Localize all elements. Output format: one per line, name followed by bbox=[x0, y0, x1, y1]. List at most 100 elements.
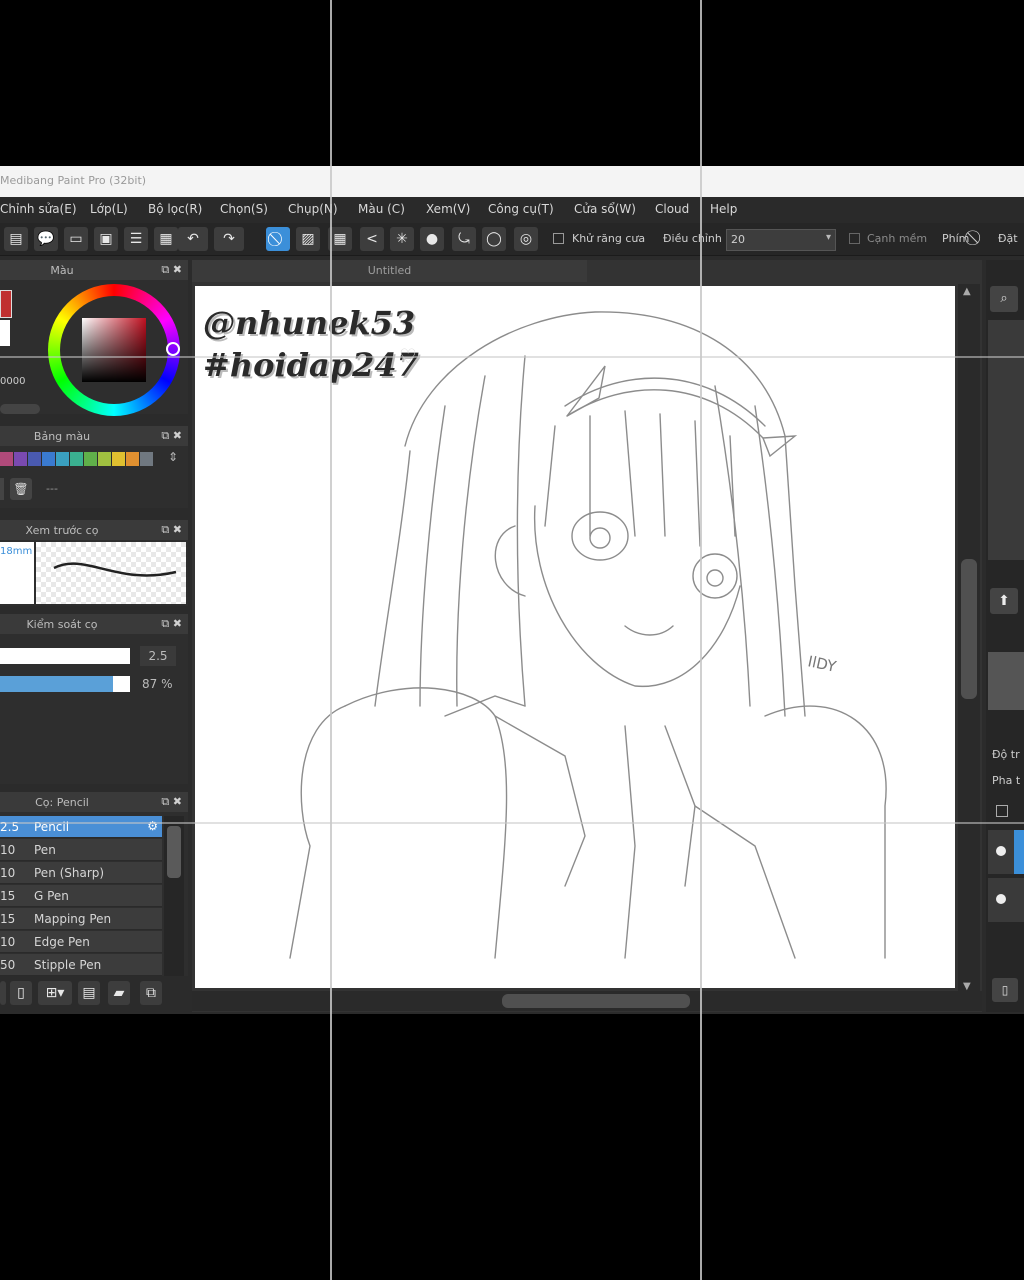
brush-size-value[interactable]: 2.5 bbox=[140, 646, 176, 666]
vertical-scrollbar[interactable]: ▲ ▼ bbox=[958, 284, 980, 994]
palette-swatch[interactable] bbox=[98, 452, 111, 466]
ellipse-snap-icon[interactable]: ◯ bbox=[482, 227, 506, 251]
layer-row-1[interactable] bbox=[988, 830, 1024, 874]
tab-untitled[interactable]: Untitled bbox=[192, 260, 587, 282]
panel-close-icon[interactable]: ⧉ ✖ bbox=[161, 617, 182, 631]
saturation-square[interactable] bbox=[82, 318, 146, 382]
upload-icon[interactable]: ⬆ bbox=[990, 588, 1018, 614]
right-panel: ⌕ ⬆ Độ tr Pha t ▯ bbox=[986, 260, 1024, 1012]
brush-item-edge-pen[interactable]: 10 Edge Pen bbox=[0, 931, 162, 953]
radial-snap-icon[interactable]: ✳ bbox=[390, 227, 414, 251]
parallel-snap-icon[interactable]: ▨ bbox=[296, 227, 320, 251]
list-icon[interactable]: ☰ bbox=[124, 227, 148, 251]
save-icon[interactable]: ▣ bbox=[94, 227, 118, 251]
new-brush-icon[interactable]: ▯ bbox=[10, 981, 32, 1005]
add-brush-icon[interactable]: ⊞▾ bbox=[38, 981, 72, 1005]
protect-alpha-checkbox[interactable] bbox=[996, 805, 1008, 817]
layer-row-2[interactable] bbox=[988, 878, 1024, 922]
menu-view[interactable]: Xem(V) bbox=[426, 202, 470, 216]
eye-icon[interactable] bbox=[996, 846, 1006, 856]
scroll-up-icon[interactable]: ▲ bbox=[963, 286, 971, 297]
zoom-icon[interactable]: ⌕ bbox=[990, 286, 1018, 312]
trash-icon[interactable]: 🗑 bbox=[10, 478, 32, 500]
palette-swatch[interactable] bbox=[126, 452, 139, 466]
palette-swatches[interactable] bbox=[0, 452, 160, 466]
palette-swatch[interactable] bbox=[14, 452, 27, 466]
palette-swatch[interactable] bbox=[112, 452, 125, 466]
palette-panel-title: Bảng màu bbox=[33, 430, 91, 443]
brush-opacity-fill bbox=[0, 676, 113, 692]
brush-list-header: Cọ: Pencil ⧉ ✖ bbox=[0, 792, 188, 812]
layer-icon[interactable]: ▤ bbox=[4, 227, 28, 251]
brush-item-pen-sharp[interactable]: 10 Pen (Sharp) bbox=[0, 862, 162, 884]
brush-preview-header: Xem trước cọ ⧉ ✖ bbox=[0, 520, 188, 540]
brush-item-pencil[interactable]: 2.5 Pencil ⚙ bbox=[0, 816, 162, 838]
menu-layer[interactable]: Lớp(L) bbox=[90, 202, 128, 216]
curve-snap-icon[interactable]: ⤿ bbox=[452, 227, 476, 251]
color-mode-toggle[interactable] bbox=[0, 404, 40, 414]
scroll-thumb[interactable] bbox=[167, 826, 181, 878]
soft-edge-checkbox[interactable] bbox=[849, 233, 860, 244]
palette-swatch[interactable] bbox=[140, 452, 153, 466]
palette-swatch[interactable] bbox=[28, 452, 41, 466]
palette-swatch[interactable] bbox=[70, 452, 83, 466]
vanishing-point-icon[interactable]: < bbox=[360, 227, 384, 251]
brush-item-mapping-pen[interactable]: 15 Mapping Pen bbox=[0, 908, 162, 930]
antialias-checkbox[interactable] bbox=[553, 233, 564, 244]
vertical-scroll-thumb[interactable] bbox=[961, 559, 977, 699]
palette-ellipsis: --- bbox=[46, 482, 58, 495]
background-color-swatch[interactable] bbox=[0, 320, 10, 346]
toolbar: ▤ 💬 ▭ ▣ ☰ ▦ ↶ ↷ ⃠ ▨ ▦ < ✳ ● ⤿ ◯ ◎ Khử ră… bbox=[0, 223, 1024, 256]
brush-list-scrollbar[interactable] bbox=[164, 816, 184, 976]
brush-opacity-slider[interactable] bbox=[0, 676, 130, 692]
horizontal-scrollbar[interactable] bbox=[192, 991, 982, 1011]
concentric-snap-icon[interactable]: ◎ bbox=[514, 227, 538, 251]
hue-wheel[interactable] bbox=[48, 284, 180, 416]
drawing-canvas[interactable]: IlDY @nhunek53 #hoidap247 ♡ bbox=[195, 286, 955, 988]
panel-close-icon[interactable]: ⧉ ✖ bbox=[161, 429, 182, 443]
menu-window[interactable]: Cửa sổ(W) bbox=[574, 202, 636, 216]
menu-cloud[interactable]: Cloud bbox=[655, 202, 689, 216]
menu-filter[interactable]: Bộ lọc(R) bbox=[148, 202, 202, 216]
hue-handle[interactable] bbox=[166, 342, 180, 356]
eye-icon[interactable] bbox=[996, 894, 1006, 904]
new-layer-icon[interactable]: ▯ bbox=[992, 978, 1018, 1002]
grid-icon[interactable]: ▦ bbox=[154, 227, 178, 251]
undo-icon[interactable]: ↶ bbox=[178, 227, 208, 251]
brush-size-slider[interactable] bbox=[0, 648, 130, 664]
menu-bar: Chỉnh sửa(E) Lớp(L) Bộ lọc(R) Chọn(S) Ch… bbox=[0, 197, 1024, 223]
speech-bubble-icon[interactable]: 💬 bbox=[34, 227, 58, 251]
duplicate-icon[interactable]: ⧉ bbox=[140, 981, 162, 1005]
brush-item-stipple-pen[interactable]: 50 Stipple Pen bbox=[0, 954, 162, 976]
brush-list-panel: 2.5 Pencil ⚙ 10 Pen 10 Pen (Sharp) 15 G … bbox=[0, 812, 188, 976]
no-snap-icon[interactable]: ⃠ bbox=[266, 227, 290, 251]
palette-swatch[interactable] bbox=[42, 452, 55, 466]
brush-item-g-pen[interactable]: 15 G Pen bbox=[0, 885, 162, 907]
brush-settings-icon[interactable]: ▤ bbox=[78, 981, 100, 1005]
palette-swatch[interactable] bbox=[0, 452, 13, 466]
folder-icon[interactable]: ▰ bbox=[108, 981, 130, 1005]
panel-close-icon[interactable]: ⧉ ✖ bbox=[161, 263, 182, 277]
panel-close-icon[interactable]: ⧉ ✖ bbox=[161, 795, 182, 809]
grid-line-vertical-2 bbox=[700, 0, 702, 1280]
palette-panel: ⇕ 🗑 --- bbox=[0, 446, 188, 508]
comment-icon[interactable]: ▭ bbox=[64, 227, 88, 251]
menu-select[interactable]: Chọn(S) bbox=[220, 202, 268, 216]
palette-scroll-icon[interactable]: ⇕ bbox=[168, 450, 178, 464]
correction-select[interactable]: 20 ▾ bbox=[726, 229, 836, 251]
foreground-color-swatch[interactable] bbox=[0, 290, 12, 318]
opacity-label: Độ tr bbox=[992, 748, 1020, 761]
redo-icon[interactable]: ↷ bbox=[214, 227, 244, 251]
set-label[interactable]: Đặt bbox=[998, 232, 1018, 245]
menu-help[interactable]: Help bbox=[710, 202, 737, 216]
palette-swatch[interactable] bbox=[56, 452, 69, 466]
menu-color[interactable]: Màu (C) bbox=[358, 202, 405, 216]
panel-close-icon[interactable]: ⧉ ✖ bbox=[161, 523, 182, 537]
palette-swatch[interactable] bbox=[84, 452, 97, 466]
menu-edit[interactable]: Chỉnh sửa(E) bbox=[0, 202, 77, 216]
circle-snap-icon[interactable]: ● bbox=[420, 227, 444, 251]
menu-tools[interactable]: Công cụ(T) bbox=[488, 202, 554, 216]
layer-thumbnail[interactable] bbox=[988, 652, 1024, 710]
brush-item-pen[interactable]: 10 Pen bbox=[0, 839, 162, 861]
horizontal-scroll-thumb[interactable] bbox=[502, 994, 690, 1008]
